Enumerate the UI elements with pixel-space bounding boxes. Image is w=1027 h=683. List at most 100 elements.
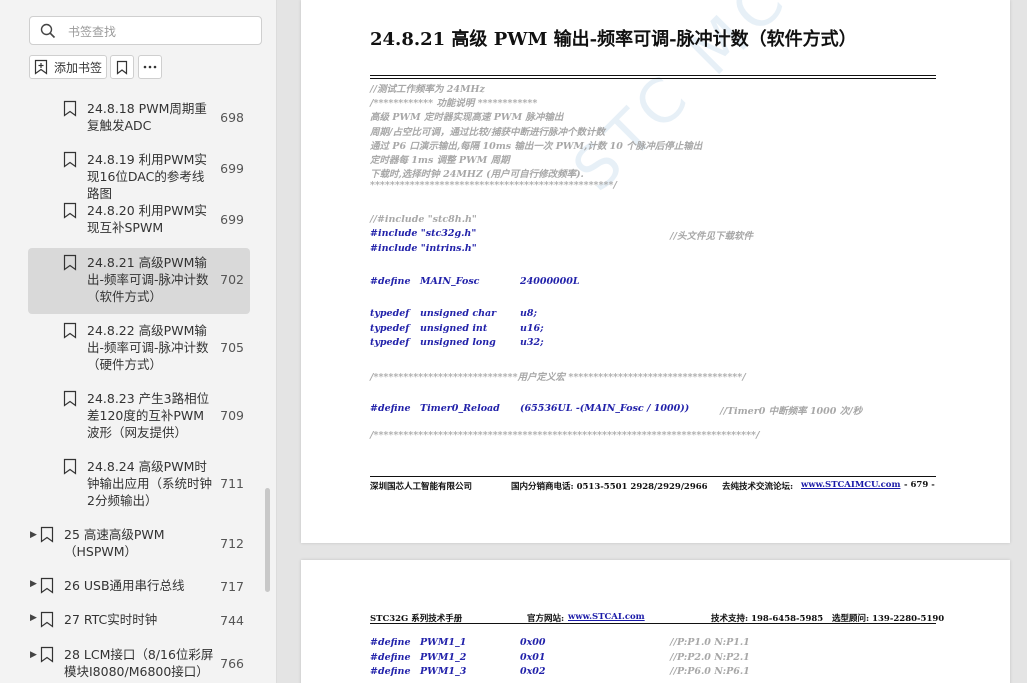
pdf-page-680: STC32G 系列技术手册 官方网站: www.STCAI.com 技术支持: … — [301, 560, 1010, 683]
bookmark-item[interactable]: 24.8.24 高级PWM时钟输出应用（系统时钟2分频输出） 711 — [28, 452, 250, 518]
bookmark-page-number: 711 — [220, 476, 244, 491]
comment-line: 下载时,选择时钟 24MHZ (用户可自行修改频率). — [370, 169, 584, 180]
bookmark-icon — [40, 526, 54, 543]
include-line: #include "stc32g.h" — [370, 228, 477, 239]
bookmark-page-number: 705 — [220, 340, 244, 355]
header-rule — [370, 623, 936, 624]
user-define-banner: /*****************************用户定义宏 ****… — [370, 372, 746, 383]
bookmark-item[interactable]: ▶ 28 LCM接口（8/16位彩屏模块I8080/M6800接口） 766 — [28, 640, 250, 683]
add-bookmark-button[interactable]: 添加书签 — [29, 55, 107, 79]
comment-line: 通过 P6 口演示输出,每隔 10ms 输出一次 PWM,计数 10 个脉冲后停… — [370, 141, 703, 152]
bookmark-label: 28 LCM接口（8/16位彩屏模块I8080/M6800接口） — [64, 647, 214, 679]
define-keyword: #define — [370, 403, 411, 414]
bookmark-sidebar: 添加书签 24.8.18 PWM周期重复触发ADC 698 24.8.19 利用PW… — [0, 0, 277, 683]
bookmark-icon — [63, 254, 77, 271]
expand-arrow-icon[interactable]: ▶ — [30, 613, 37, 623]
typedef-keyword: typedef — [370, 323, 410, 334]
title-rule-2 — [370, 78, 936, 79]
bookmark-page-number: 698 — [220, 110, 244, 125]
bookmark-page-number: 712 — [220, 536, 244, 551]
bookmark-item[interactable]: 24.8.20 利用PWM实现互补SPWM 699 — [28, 196, 250, 246]
footer-forum-label: 去纯技术交流论坛: — [722, 482, 794, 492]
define-name: PWM1_3 — [420, 666, 467, 677]
define-value: 24000000L — [520, 276, 580, 287]
bookmark-search-box[interactable] — [29, 16, 262, 45]
bookmark-icon — [63, 202, 77, 219]
define-comment: //Timer0 中断频率 1000 次/秒 — [720, 406, 863, 417]
define-keyword: #define — [370, 666, 411, 677]
expand-arrow-icon[interactable]: ▶ — [30, 530, 37, 540]
define-keyword: #define — [370, 652, 411, 663]
more-icon — [143, 65, 157, 69]
typedef-keyword: typedef — [370, 337, 410, 348]
bookmark-item[interactable]: 24.8.22 高级PWM输出-频率可调-脉冲计数（硬件方式） 705 — [28, 316, 250, 382]
typedef-alias: u32; — [520, 337, 544, 348]
bookmark-page-number: 702 — [220, 272, 244, 287]
typedef-alias: u8; — [520, 308, 538, 319]
bookmark-label: 24.8.20 利用PWM实现互补SPWM — [87, 203, 207, 235]
bookmark-item[interactable]: ▶ 25 高速高级PWM（HSPWM） 712 — [28, 520, 250, 570]
bookmark-label: 24.8.19 利用PWM实现16位DAC的参考线路图 — [87, 152, 207, 201]
footer-page-number: - 679 - — [904, 480, 935, 490]
section-title: 24.8.21 高级 PWM 输出-频率可调-脉冲计数（软件方式） — [370, 29, 857, 50]
bookmark-page-number: 699 — [220, 161, 244, 176]
bookmark-page-number: 699 — [220, 212, 244, 227]
comment-line: ****************************************… — [370, 180, 617, 191]
more-options-button[interactable] — [138, 55, 162, 79]
comment-line: /************ 功能说明 ************ — [370, 98, 538, 109]
footer-company: 深圳国芯人工智能有限公司 — [370, 482, 473, 492]
bookmark-item[interactable]: ▶ 27 RTC实时时钟 744 — [28, 605, 250, 639]
bookmark-icon — [63, 390, 77, 407]
include-comment: //#include "stc8h.h" — [370, 214, 477, 225]
define-comment: //P:P2.0 N:P2.1 — [670, 652, 750, 663]
bookmark-icon — [63, 100, 77, 117]
bookmark-toggle-button[interactable] — [110, 55, 134, 79]
bookmark-label: 27 RTC实时时钟 — [64, 612, 158, 627]
bookmark-icon — [63, 151, 77, 168]
bookmark-page-number: 717 — [220, 579, 244, 594]
bookmark-item[interactable]: 24.8.21 高级PWM输出-频率可调-脉冲计数（软件方式） 702 — [28, 248, 250, 314]
search-icon — [40, 23, 56, 39]
bookmark-item[interactable]: 24.8.19 利用PWM实现16位DAC的参考线路图 699 — [28, 145, 250, 201]
define-value: 0x00 — [520, 637, 546, 648]
sidebar-scrollbar[interactable] — [265, 488, 270, 592]
bookmark-label: 24.8.18 PWM周期重复触发ADC — [87, 101, 207, 133]
bookmark-page-number: 709 — [220, 408, 244, 423]
define-keyword: #define — [370, 637, 411, 648]
typedef-type: unsigned long — [420, 337, 496, 348]
bookmark-icon — [40, 646, 54, 663]
define-comment: //P:P6.0 N:P6.1 — [670, 666, 750, 677]
typedef-alias: u16; — [520, 323, 544, 334]
footer-forum-link[interactable]: www.STCAIMCU.com — [801, 480, 900, 490]
bookmark-page-number: 744 — [220, 613, 244, 628]
bookmark-item[interactable]: 24.8.23 产生3路相位差120度的互补PWM波形（网友提供） 709 — [28, 384, 250, 450]
footer-rule — [370, 476, 936, 477]
bookmark-item[interactable]: ▶ 26 USB通用串行总线 717 — [28, 571, 250, 605]
typedef-keyword: typedef — [370, 308, 410, 319]
end-banner: /***************************************… — [370, 430, 760, 441]
comment-line: 定时器每 1ms 调整 PWM 周期 — [370, 155, 510, 166]
bookmark-label: 24.8.24 高级PWM时钟输出应用（系统时钟2分频输出） — [87, 459, 213, 508]
define-value: 0x01 — [520, 652, 546, 663]
expand-arrow-icon[interactable]: ▶ — [30, 650, 37, 660]
document-viewer: STC MCU 24.8.21 高级 PWM 输出-频率可调-脉冲计数（软件方式… — [277, 0, 1027, 683]
define-name: PWM1_2 — [420, 652, 467, 663]
define-comment: //P:P1.0 N:P1.1 — [670, 637, 750, 648]
expand-arrow-icon[interactable]: ▶ — [30, 579, 37, 589]
bookmark-icon — [40, 611, 54, 628]
bookmark-item[interactable]: 24.8.18 PWM周期重复触发ADC 698 — [28, 94, 250, 144]
bookmark-page-number: 766 — [220, 656, 244, 671]
bookmark-icon — [116, 60, 128, 75]
bookmark-search-input[interactable] — [66, 20, 260, 43]
title-rule — [370, 75, 936, 76]
add-bookmark-icon — [34, 59, 48, 75]
define-name: Timer0_Reload — [420, 403, 500, 414]
bookmark-label: 26 USB通用串行总线 — [64, 578, 185, 593]
add-bookmark-label: 添加书签 — [54, 60, 103, 75]
bookmark-icon — [63, 322, 77, 339]
define-value: 0x02 — [520, 666, 546, 677]
footer-phone: 国内分销商电话: 0513-5501 2928/2929/2966 — [511, 482, 708, 492]
comment-line: 高级 PWM 定时器实现高速 PWM 脉冲输出 — [370, 112, 564, 123]
comment-line: 周期/占空比可调，通过比较/捕获中断进行脉冲个数计数 — [370, 127, 605, 138]
header-site-link[interactable]: www.STCAI.com — [568, 612, 645, 622]
